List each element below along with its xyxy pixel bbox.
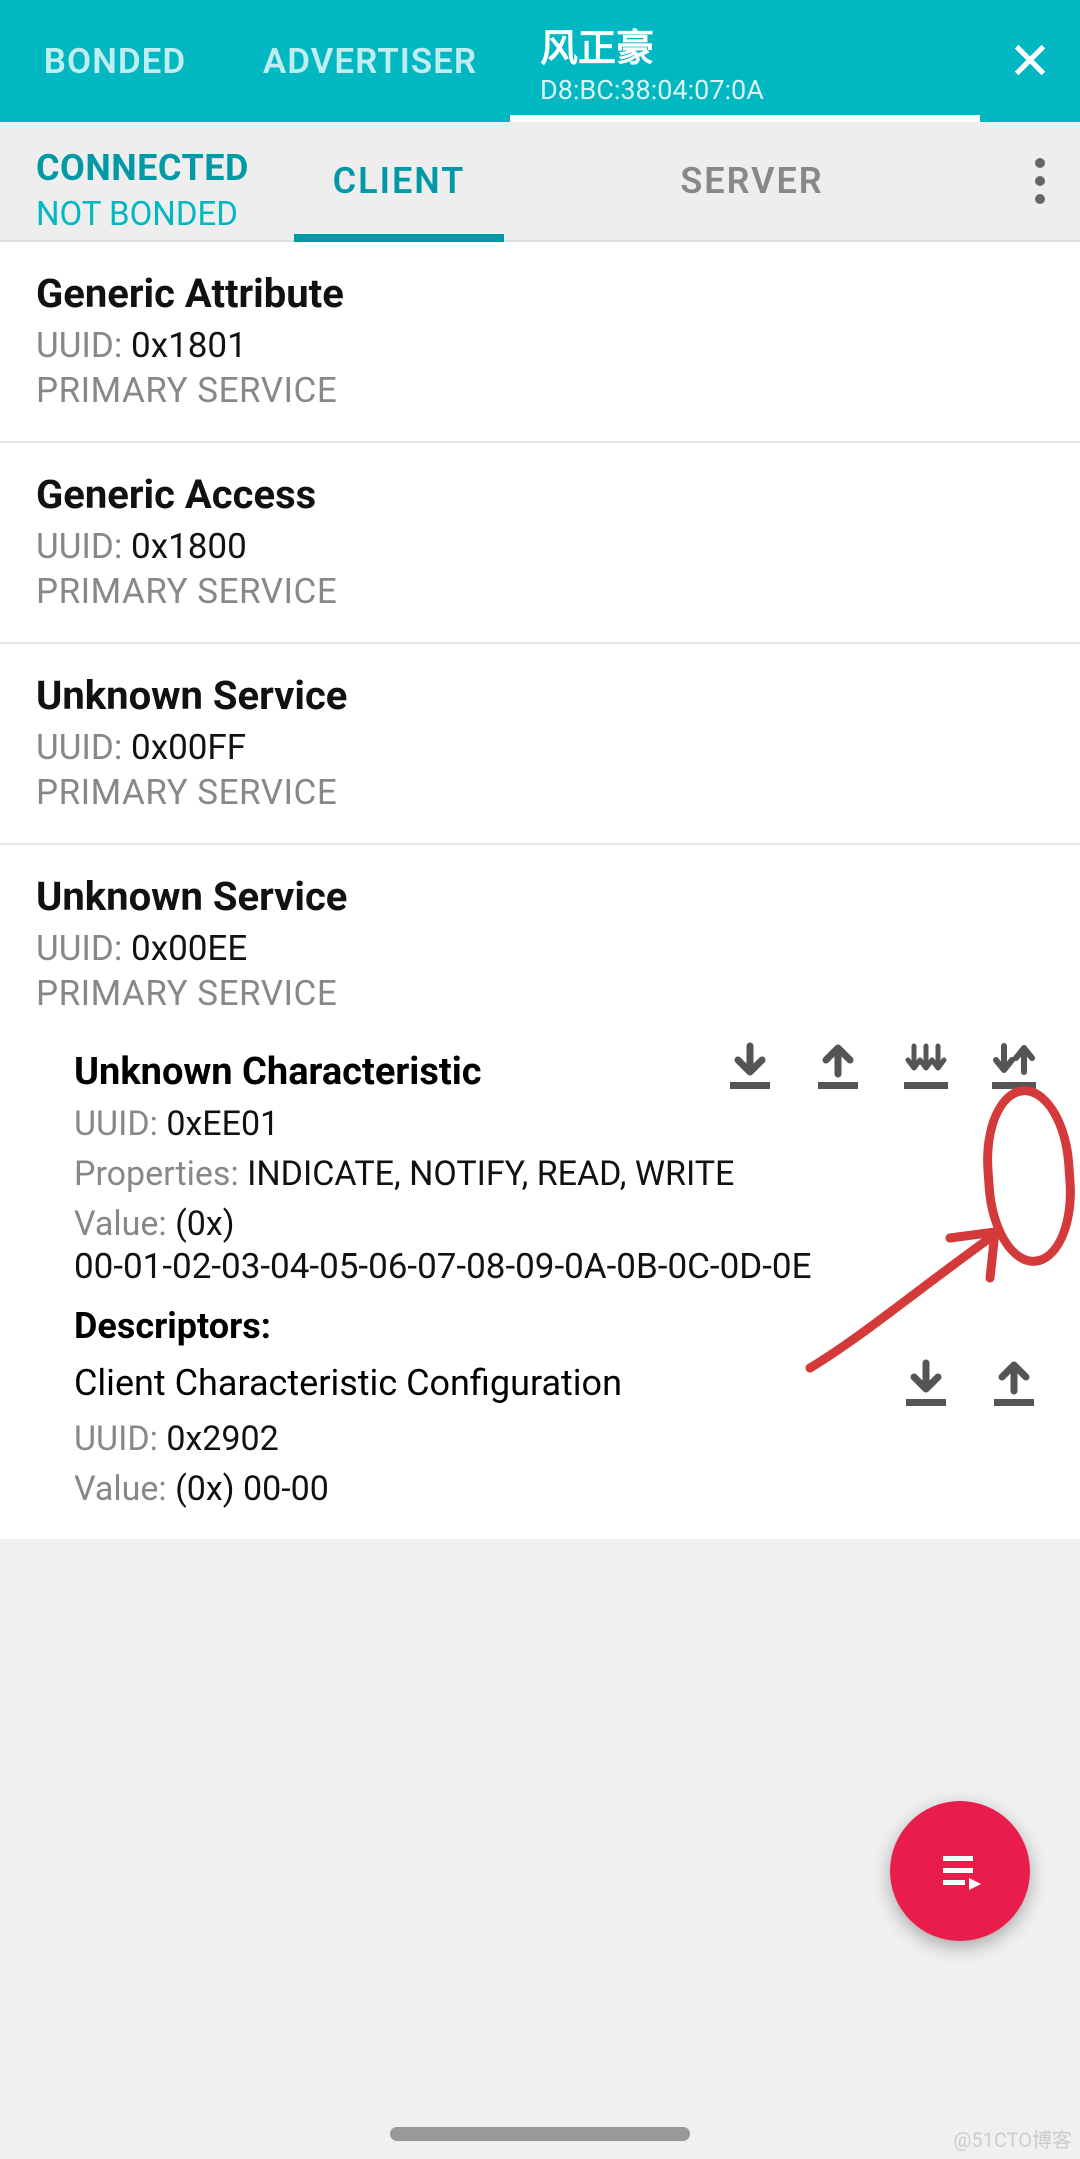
descriptor-uuid: 0x2902: [166, 1419, 278, 1459]
tab-device[interactable]: 风正豪 D8:BC:38:04:07:0A: [510, 0, 980, 122]
write-button[interactable]: [812, 1040, 864, 1092]
characteristic-value-hex: 00-01-02-03-04-05-06-07-08-09-0A-0B-0C-0…: [74, 1246, 811, 1287]
nav-pill: [390, 2127, 690, 2141]
value-label: Value:: [74, 1469, 167, 1509]
upload-icon: [812, 1040, 864, 1092]
uuid-label: UUID:: [74, 1104, 158, 1144]
service-type: PRIMARY SERVICE: [36, 370, 1044, 411]
tab-advertiser[interactable]: ADVERTISER: [230, 0, 510, 122]
tab-client[interactable]: CLIENT: [294, 122, 504, 240]
service-type: PRIMARY SERVICE: [36, 973, 1044, 1014]
service-item[interactable]: Generic Access UUID: 0x1800 PRIMARY SERV…: [0, 443, 1080, 644]
uuid-label: UUID:: [36, 928, 122, 969]
characteristic-value-prefix: (0x): [175, 1204, 234, 1244]
status-bonded-label: NOT BONDED: [36, 195, 294, 234]
service-item[interactable]: Unknown Service UUID: 0x00FF PRIMARY SER…: [0, 644, 1080, 845]
fab-log-button[interactable]: [890, 1801, 1030, 1941]
descriptor-value-hex: 00-00: [243, 1469, 329, 1509]
descriptor-name: Client Characteristic Configuration: [74, 1362, 900, 1404]
service-name: Unknown Service: [36, 672, 1044, 719]
indicate-button[interactable]: [988, 1040, 1040, 1092]
more-menu-button[interactable]: [1000, 122, 1080, 240]
status-connected-label: CONNECTED: [36, 147, 294, 189]
notify-button[interactable]: [900, 1040, 952, 1092]
list-play-icon: [935, 1846, 985, 1896]
uuid-label: UUID:: [74, 1419, 158, 1459]
descriptor-value-prefix: (0x): [175, 1469, 234, 1509]
read-button[interactable]: [724, 1040, 776, 1092]
service-uuid: 0x1800: [131, 526, 247, 567]
value-label: Value:: [74, 1204, 167, 1244]
characteristic-uuid: 0xEE01: [166, 1104, 279, 1144]
tab-advertiser-label: ADVERTISER: [263, 41, 477, 82]
status-row: CONNECTED NOT BONDED CLIENT SERVER: [0, 122, 1080, 242]
tab-client-label: CLIENT: [333, 160, 466, 202]
uuid-label: UUID:: [36, 526, 122, 567]
characteristic-actions: [724, 1040, 1044, 1092]
connection-status: CONNECTED NOT BONDED: [0, 122, 294, 240]
uuid-label: UUID:: [36, 727, 122, 768]
device-mac: D8:BC:38:04:07:0A: [540, 74, 764, 106]
multi-download-icon: [900, 1040, 952, 1092]
properties-label: Properties:: [74, 1154, 239, 1194]
characteristic-properties: INDICATE, NOTIFY, READ, WRITE: [247, 1154, 734, 1194]
device-name: 风正豪: [540, 17, 654, 72]
characteristic-name: Unknown Characteristic: [74, 1040, 724, 1094]
service-name: Unknown Service: [36, 873, 1044, 920]
gesture-bar: [0, 2109, 1080, 2159]
uuid-label: UUID:: [36, 325, 122, 366]
service-uuid: 0x00FF: [131, 727, 246, 768]
top-tab-bar: BONDED ADVERTISER 风正豪 D8:BC:38:04:07:0A …: [0, 0, 1080, 122]
service-type: PRIMARY SERVICE: [36, 571, 1044, 612]
service-type: PRIMARY SERVICE: [36, 772, 1044, 813]
download-icon: [724, 1040, 776, 1092]
watermark: @51CTO博客: [953, 2124, 1072, 2153]
tab-bonded[interactable]: BONDED: [0, 0, 230, 122]
service-uuid: 0x1801: [131, 325, 247, 366]
service-name: Generic Attribute: [36, 270, 1044, 317]
annotation-arrow: [800, 1218, 1030, 1378]
service-item[interactable]: Generic Attribute UUID: 0x1801 PRIMARY S…: [0, 242, 1080, 443]
service-name: Generic Access: [36, 471, 1044, 518]
more-icon: [1035, 158, 1045, 204]
service-uuid: 0x00EE: [131, 928, 247, 969]
tab-server-label: SERVER: [680, 160, 823, 202]
down-up-icon: [988, 1040, 1040, 1092]
close-tab-button[interactable]: ✕: [980, 0, 1080, 122]
service-item[interactable]: Unknown Service UUID: 0x00EE PRIMARY SER…: [0, 845, 1080, 1020]
close-icon: ✕: [1008, 31, 1052, 92]
tab-bonded-label: BONDED: [44, 41, 186, 82]
tab-server[interactable]: SERVER: [504, 122, 1000, 240]
